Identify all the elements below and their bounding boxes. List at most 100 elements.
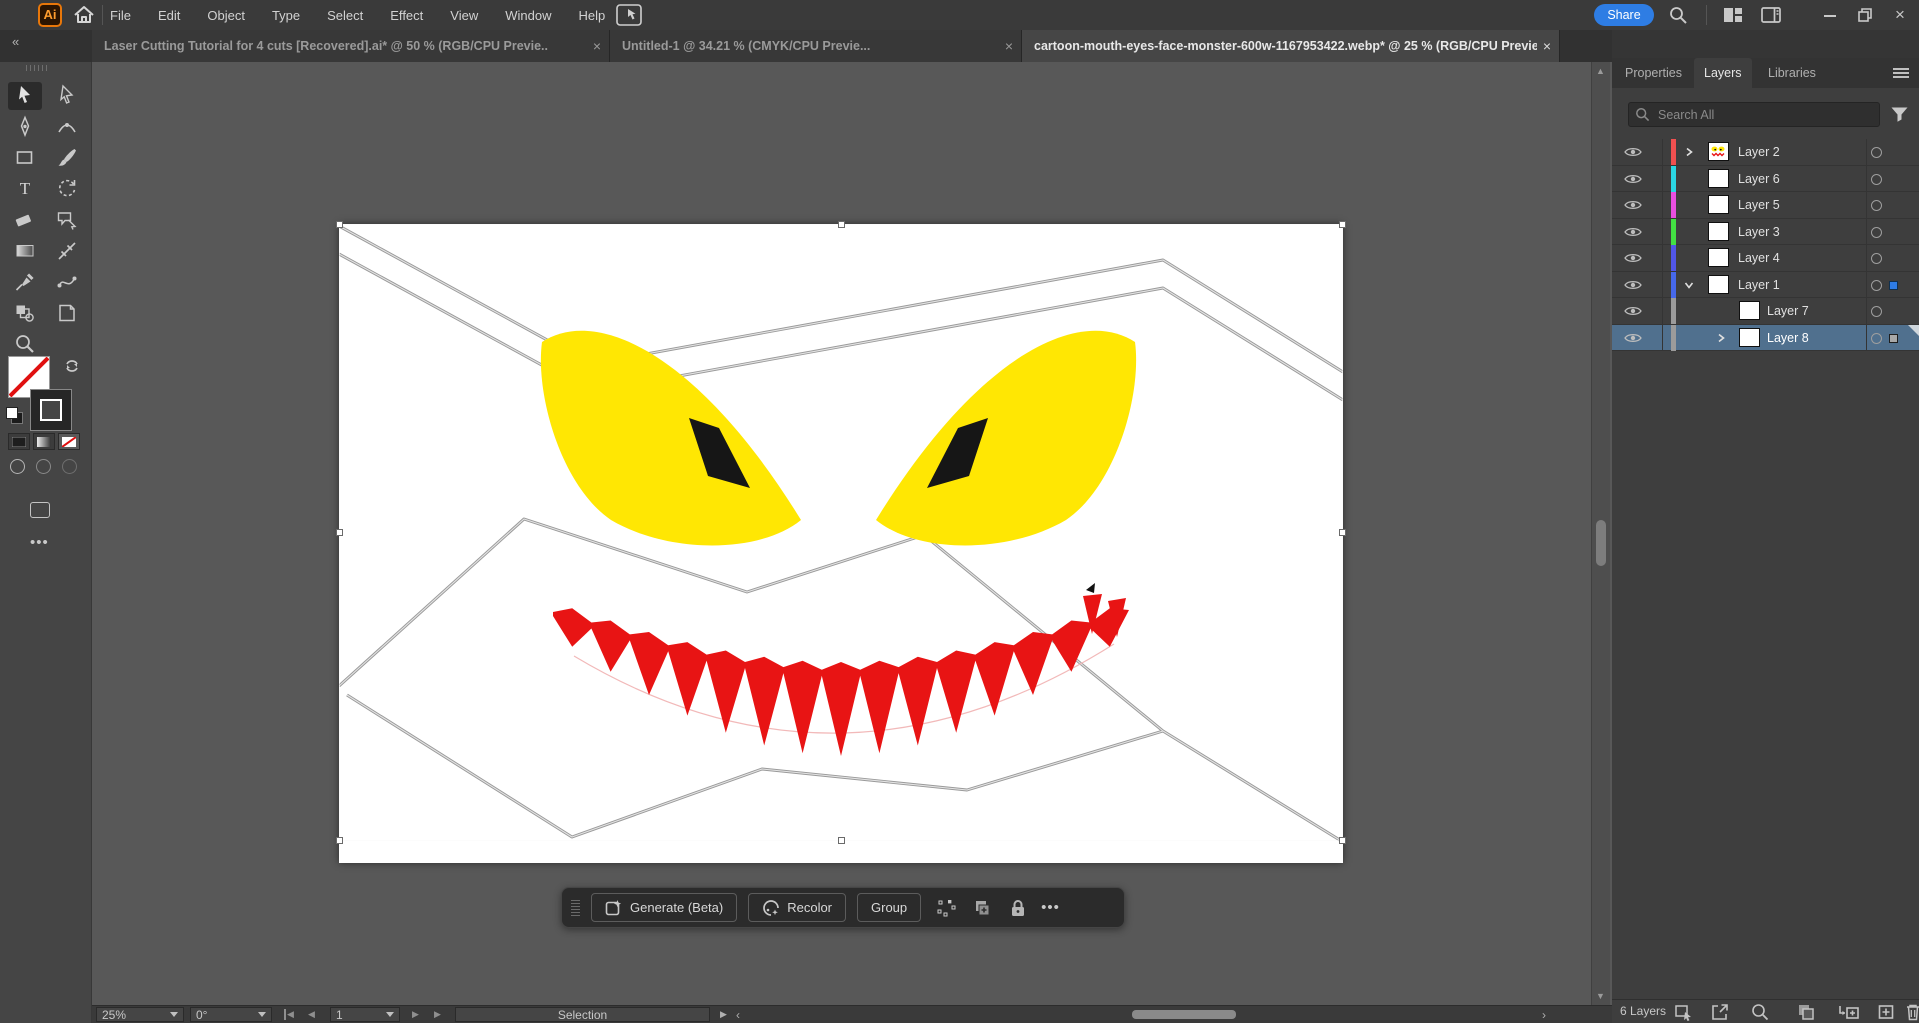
visibility-eye-icon[interactable] [1624, 226, 1642, 238]
selection-handle-s[interactable] [838, 837, 845, 844]
layer-name[interactable]: Layer 2 [1738, 145, 1780, 159]
menu-type[interactable]: Type [272, 8, 300, 23]
close-window-button[interactable]: × [1885, 0, 1915, 30]
target-circle[interactable] [1871, 332, 1882, 344]
target-circle[interactable] [1871, 173, 1882, 185]
layer-name[interactable]: Layer 1 [1738, 278, 1780, 292]
scroll-up-icon[interactable]: ▲ [1596, 66, 1605, 76]
layer-name[interactable]: Layer 4 [1738, 251, 1780, 265]
layer-thumbnail[interactable] [1708, 195, 1729, 214]
none-button[interactable] [58, 433, 80, 450]
search-input[interactable] [1656, 106, 1873, 123]
last-artboard-button[interactable]: ▶ [434, 1007, 444, 1022]
visibility-eye-icon[interactable] [1624, 173, 1642, 185]
panel-menu-icon[interactable] [1893, 68, 1909, 78]
tab-layers[interactable]: Layers [1694, 58, 1752, 88]
layer-name[interactable]: Layer 6 [1738, 172, 1780, 186]
target-circle[interactable] [1871, 253, 1882, 264]
layer-row-layer-3[interactable]: Layer 3 [1612, 218, 1919, 245]
layer-row-layer-5[interactable]: Layer 5 [1612, 192, 1919, 219]
target-circle[interactable] [1871, 200, 1882, 211]
menu-effect[interactable]: Effect [390, 8, 423, 23]
layer-thumbnail[interactable] [1708, 248, 1729, 267]
layer-name[interactable]: Layer 7 [1767, 304, 1809, 318]
menu-object[interactable]: Object [207, 8, 245, 23]
workspace-switcher-icon[interactable] [1722, 5, 1744, 25]
paintbrush-tool[interactable] [50, 144, 84, 172]
tools-panel-grip[interactable] [26, 65, 47, 71]
layer-row-layer-6[interactable]: Layer 6 [1612, 165, 1919, 192]
panels-icon[interactable] [1760, 5, 1782, 25]
layer-row-layer-1[interactable]: Layer 1 [1612, 271, 1919, 298]
collapse-chevron-icon[interactable] [1684, 280, 1694, 290]
collect-for-export-icon[interactable] [1674, 1002, 1694, 1022]
menu-file[interactable]: File [110, 8, 131, 23]
menu-window[interactable]: Window [505, 8, 551, 23]
search-box[interactable] [1628, 102, 1880, 127]
selection-handle-w[interactable] [336, 529, 343, 536]
filter-funnel-icon[interactable] [1890, 106, 1909, 123]
touch-workspace-icon[interactable] [616, 4, 642, 26]
previous-artboard-button[interactable]: ◀ [308, 1007, 315, 1022]
document-tab-3[interactable]: cartoon-mouth-eyes-face-monster-600w-116… [1022, 30, 1560, 62]
next-artboard-button[interactable]: ▶ [412, 1007, 419, 1022]
pattern-options-icon[interactable] [935, 897, 957, 919]
color-button[interactable] [8, 433, 30, 450]
layer-name[interactable]: Layer 3 [1738, 225, 1780, 239]
task-bar-more-button[interactable]: ••• [1041, 899, 1060, 916]
symbol-sprayer-tool[interactable] [8, 299, 42, 327]
recolor-button[interactable]: Recolor [748, 893, 847, 922]
scale-tool[interactable] [50, 237, 84, 265]
locate-object-icon[interactable] [1750, 1002, 1770, 1022]
expand-chevron-icon[interactable] [1716, 333, 1726, 343]
draw-normal-mode-button[interactable] [10, 459, 25, 474]
rotation-dropdown[interactable]: 0° [190, 1007, 272, 1022]
rotate-tool[interactable] [50, 175, 84, 203]
lock-icon[interactable] [1007, 897, 1029, 919]
selection-handle-n[interactable] [838, 221, 845, 228]
search-icon[interactable] [1668, 5, 1690, 25]
tab-close-button[interactable]: × [1005, 38, 1013, 54]
vertical-scrollbar[interactable]: ▲ ▼ [1591, 62, 1610, 1005]
swap-fill-stroke-icon[interactable] [64, 358, 80, 374]
layer-thumbnail[interactable] [1708, 221, 1729, 241]
menu-select[interactable]: Select [327, 8, 363, 23]
document-tab-1[interactable]: Laser Cutting Tutorial for 4 cuts [Recov… [92, 30, 610, 62]
gradient-tool[interactable] [8, 237, 42, 265]
selected-art-indicator[interactable] [1889, 280, 1898, 290]
type-tool[interactable]: T [8, 175, 42, 203]
visibility-eye-icon[interactable] [1624, 332, 1642, 344]
menu-view[interactable]: View [450, 8, 478, 23]
share-button[interactable]: Share [1594, 4, 1654, 26]
selected-art-indicator[interactable] [1889, 333, 1898, 343]
direct-selection-tool[interactable] [50, 82, 84, 110]
canvas-area[interactable]: Generate (Beta) Recolor Group ••• ▲ ▼ [92, 62, 1612, 1005]
edit-toolbar-ellipsis[interactable]: ••• [30, 534, 49, 551]
target-circle[interactable] [1871, 147, 1882, 158]
status-expand-icon[interactable]: ▶ [720, 1007, 727, 1022]
visibility-eye-icon[interactable] [1624, 146, 1642, 158]
delete-layer-icon[interactable] [1904, 1002, 1919, 1022]
eraser-tool[interactable] [8, 206, 42, 234]
layer-row-layer-8[interactable]: Layer 8 [1612, 324, 1919, 351]
layer-row-layer-4[interactable]: Layer 4 [1612, 245, 1919, 272]
export-layer-icon[interactable] [1710, 1002, 1730, 1022]
artboard-number-dropdown[interactable]: 1 [330, 1007, 400, 1022]
layer-thumbnail[interactable] [1708, 142, 1729, 161]
visibility-eye-icon[interactable] [1624, 305, 1642, 317]
tab-close-button[interactable]: × [593, 38, 601, 54]
visibility-eye-icon[interactable] [1624, 279, 1642, 291]
minimize-button[interactable] [1815, 0, 1845, 30]
selection-handle-nw[interactable] [336, 221, 343, 228]
layer-name[interactable]: Layer 8 [1767, 331, 1809, 345]
target-circle[interactable] [1871, 226, 1882, 238]
task-bar-grip[interactable] [571, 899, 580, 916]
first-artboard-button[interactable]: ◀ [284, 1007, 294, 1022]
selection-tool[interactable] [8, 82, 42, 110]
duplicate-icon[interactable] [971, 897, 993, 919]
expand-chevron-icon[interactable] [1684, 147, 1694, 157]
layer-name[interactable]: Layer 5 [1738, 198, 1780, 212]
target-circle[interactable] [1871, 279, 1882, 291]
vertical-scroll-thumb[interactable] [1596, 520, 1606, 566]
draw-behind-mode-button[interactable] [36, 459, 51, 474]
